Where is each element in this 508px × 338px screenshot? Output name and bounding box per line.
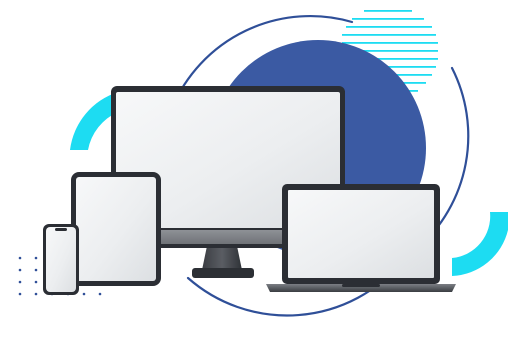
phone-screen [46,227,76,292]
dot [18,256,22,260]
laptop-screen [288,190,434,278]
dot [18,280,22,284]
dot [18,268,22,272]
tablet-screen [76,177,156,281]
dot [34,280,38,284]
smartphone [43,224,79,295]
dot [34,292,38,296]
dot [18,292,22,296]
cyan-ring-right [452,212,508,276]
cyan-stripe [364,10,412,12]
dot [98,292,102,296]
cyan-stripe [342,34,436,36]
responsive-devices-graphic [18,10,508,317]
cyan-stripe [352,18,424,20]
cyan-stripe [346,26,432,28]
dot [34,256,38,260]
dot [34,268,38,272]
tablet [71,172,161,286]
laptop [266,184,456,292]
devices-illustration [0,0,508,338]
dot [82,292,86,296]
cyan-stripe [342,42,438,44]
cyan-ring-left [70,92,118,150]
